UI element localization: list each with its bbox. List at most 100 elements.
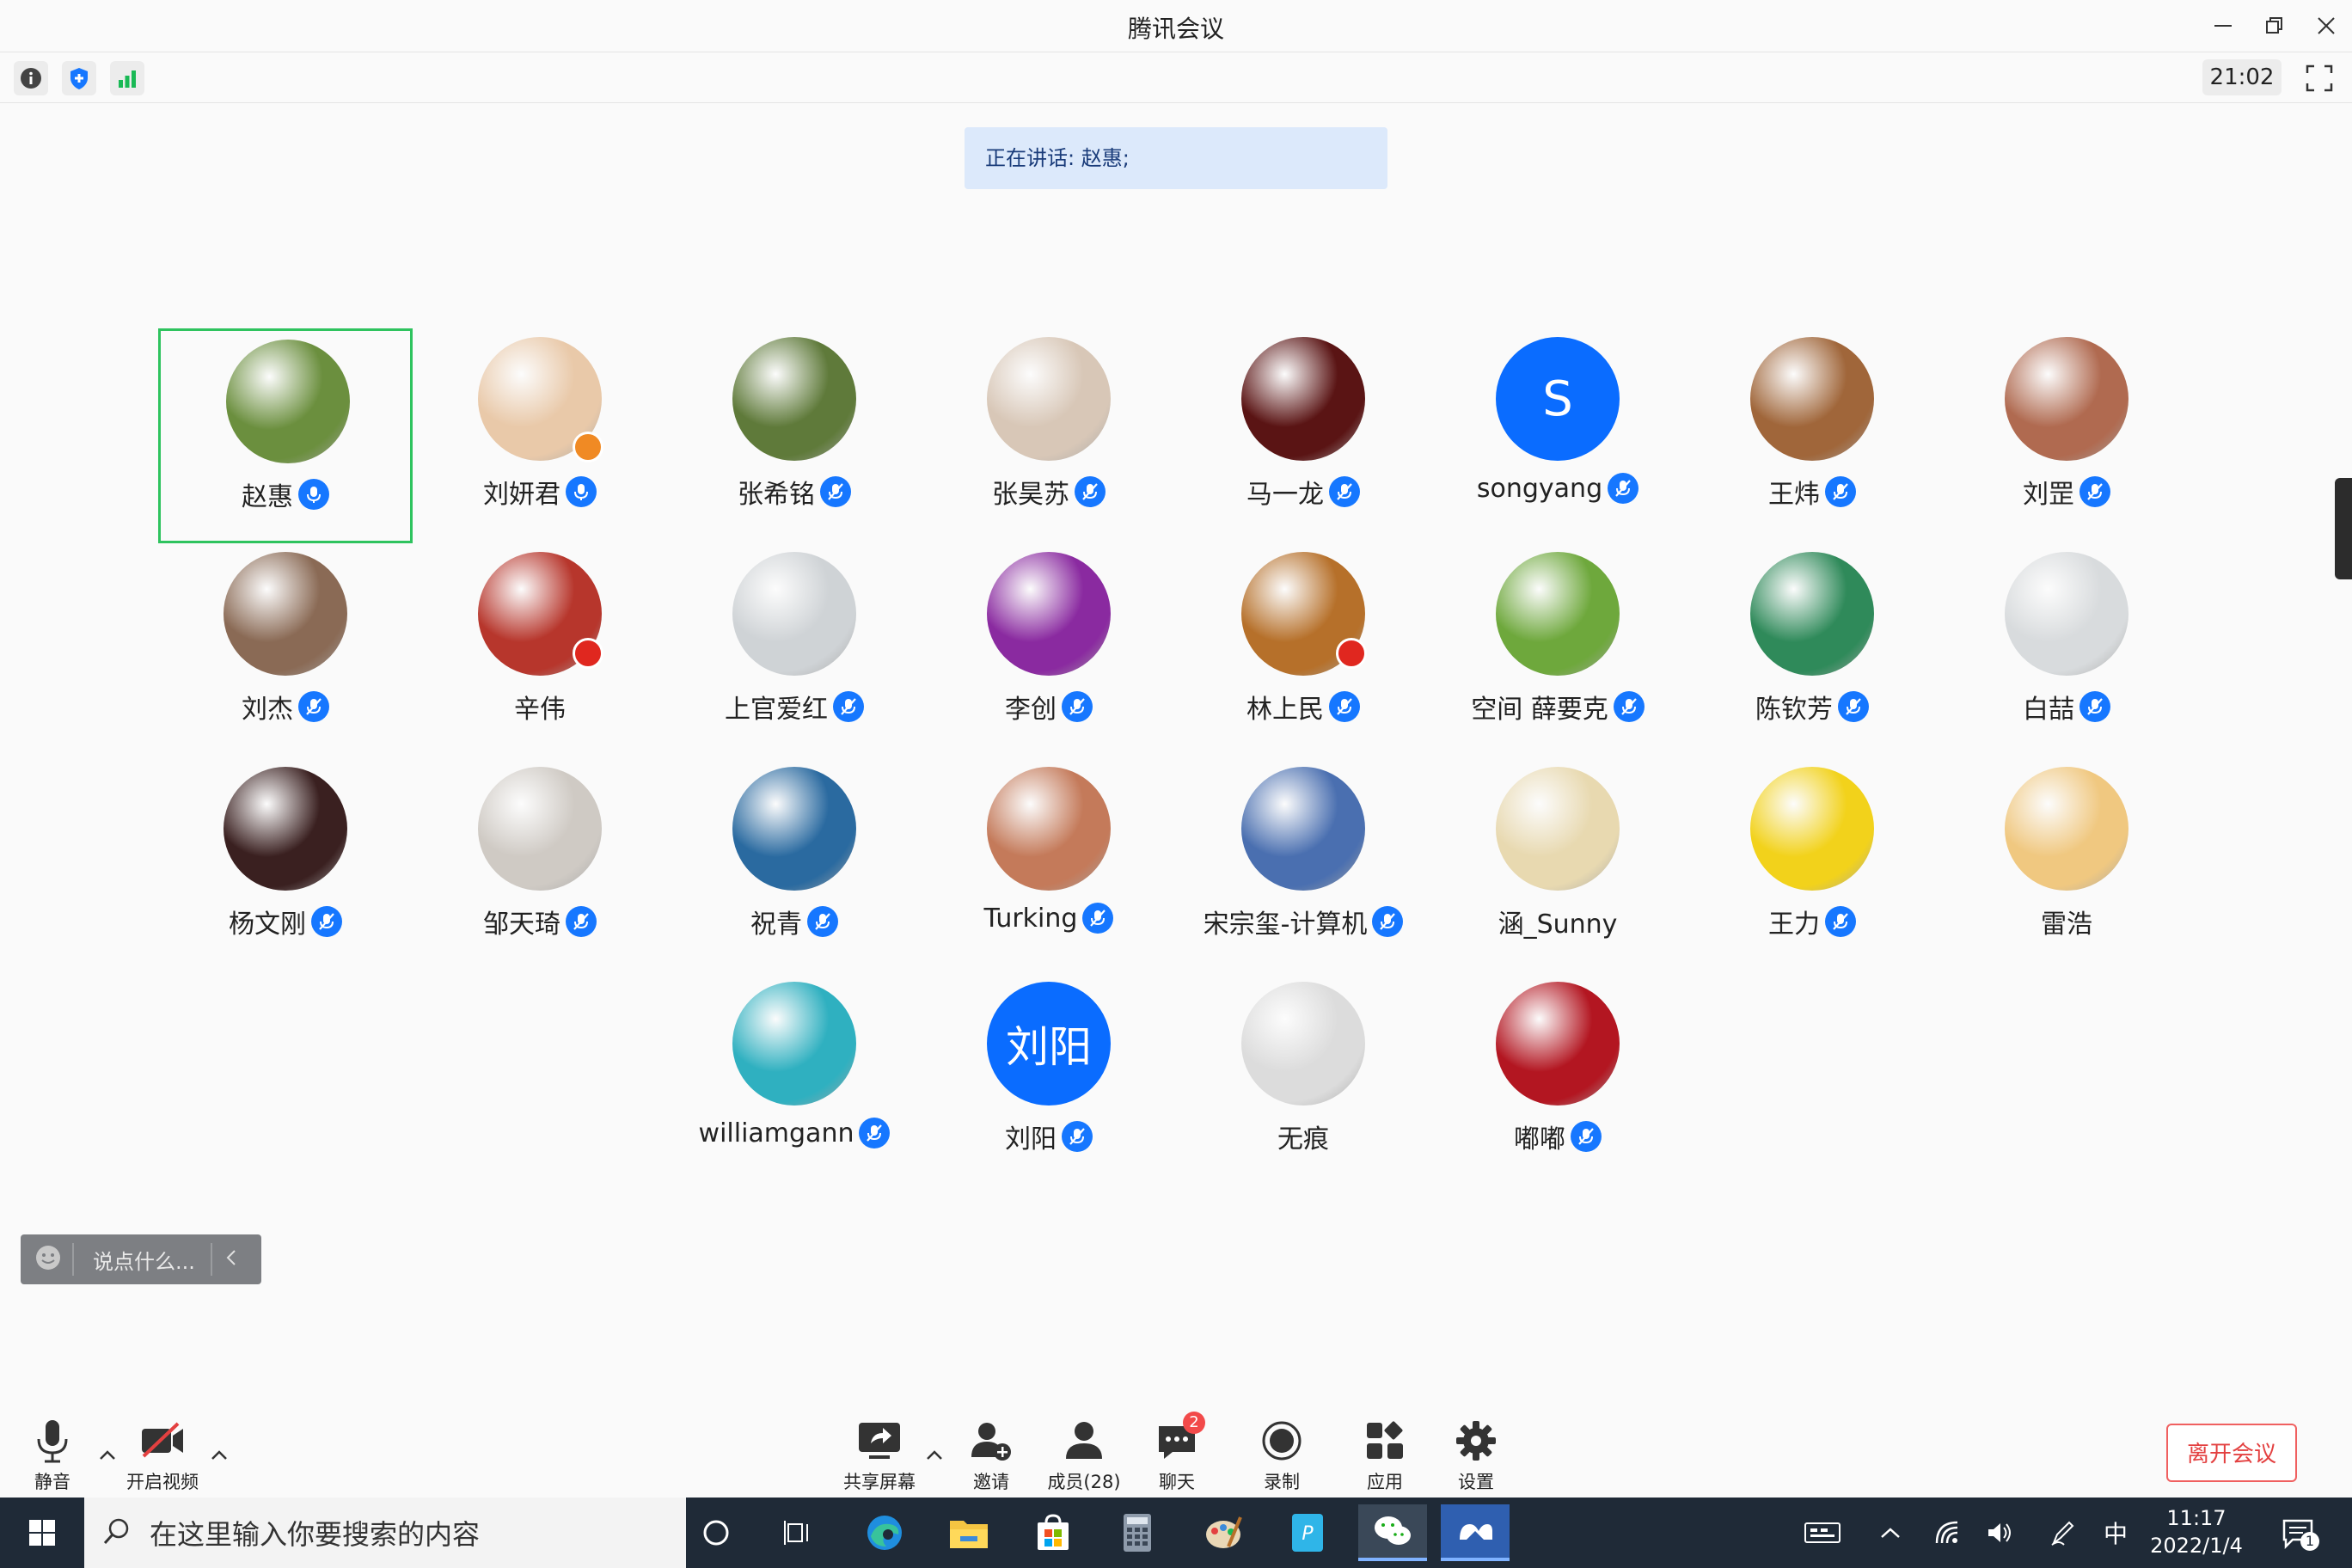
paint-icon[interactable] <box>1195 1504 1252 1561</box>
members-label: 成员(28) <box>1047 1472 1121 1492</box>
signal-bars-icon[interactable] <box>110 61 144 95</box>
mic-muted-icon <box>1613 691 1645 722</box>
system-clock[interactable]: 11:17 2022/1/4 <box>2141 1504 2252 1559</box>
participant-tile[interactable]: 林上民 <box>1176 543 1430 758</box>
video-options-chevron-icon[interactable] <box>210 1444 229 1466</box>
settings-button[interactable]: 设置 <box>1429 1417 1523 1494</box>
apps-button[interactable]: 应用 <box>1338 1417 1432 1494</box>
participant-tile[interactable]: 张希铭 <box>667 328 922 543</box>
participant-tile[interactable]: 杨文刚 <box>158 758 413 973</box>
mic-muted-icon <box>1329 476 1360 507</box>
participant-name-row: Turking <box>922 903 1176 934</box>
hidden-icons-chevron-icon[interactable] <box>1869 1498 1912 1568</box>
tencent-meeting-icon[interactable] <box>1441 1504 1510 1561</box>
restore-icon[interactable] <box>2249 0 2300 52</box>
chat-input-bar[interactable]: 说点什么... <box>21 1234 261 1284</box>
participant-tile[interactable]: 刘妍君 <box>413 328 667 543</box>
participant-tile[interactable]: 刘阳 刘阳 <box>922 973 1176 1188</box>
members-button[interactable]: 成员(28) <box>1037 1417 1131 1494</box>
mic-active-icon <box>298 479 329 510</box>
mute-button[interactable]: 静音 <box>5 1417 100 1494</box>
participant-tile[interactable]: 涵_Sunny <box>1430 758 1685 973</box>
pen-icon[interactable] <box>2041 1498 2084 1568</box>
invite-label: 邀请 <box>973 1472 1009 1492</box>
share-options-chevron-icon[interactable] <box>925 1444 944 1466</box>
participant-tile[interactable]: 无痕 <box>1176 973 1430 1188</box>
participant-tile[interactable]: Turking <box>922 758 1176 973</box>
record-button[interactable]: 录制 <box>1234 1417 1329 1494</box>
participant-tile[interactable]: 上官爱红 <box>667 543 922 758</box>
participant-name-row: 杨文刚 <box>158 903 413 940</box>
mic-muted-icon <box>1329 691 1360 722</box>
participant-tile[interactable]: 嘟嘟 <box>1430 973 1685 1188</box>
windows-start-icon[interactable] <box>14 1504 70 1561</box>
participant-tile[interactable]: 白喆 <box>1939 543 2194 758</box>
participant-avatar <box>1496 767 1620 891</box>
participant-tile[interactable]: 辛伟 <box>413 543 667 758</box>
participant-tile[interactable]: 张昊苏 <box>922 328 1176 543</box>
shield-icon[interactable] <box>62 61 96 95</box>
taskbar-search-box[interactable]: 在这里输入你要搜索的内容 <box>84 1498 686 1568</box>
calculator-icon[interactable] <box>1109 1504 1166 1561</box>
collapse-chevron-icon[interactable] <box>223 1247 240 1271</box>
share-screen-button[interactable]: 共享屏幕 <box>832 1417 927 1494</box>
minimize-icon[interactable] <box>2197 0 2249 52</box>
participant-avatar <box>732 767 856 891</box>
chat-input-placeholder[interactable]: 说点什么... <box>93 1245 195 1275</box>
file-explorer-icon[interactable] <box>940 1504 997 1561</box>
notification-center-icon[interactable]: 1 <box>2268 1498 2328 1568</box>
participant-name-row: 陈钦芳 <box>1685 688 1939 726</box>
participant-tile[interactable]: 宋宗玺-计算机 <box>1176 758 1430 973</box>
start-video-button[interactable]: 开启视频 <box>115 1417 210 1494</box>
taskbar-search-placeholder[interactable]: 在这里输入你要搜索的内容 <box>150 1513 480 1553</box>
participant-tile[interactable]: 李创 <box>922 543 1176 758</box>
participant-tile[interactable]: 王炜 <box>1685 328 1939 543</box>
participant-tile[interactable]: 赵惠 <box>158 328 413 543</box>
search-icon <box>101 1516 132 1550</box>
task-view-icon[interactable] <box>769 1504 825 1561</box>
participant-name: 白喆 <box>2023 695 2074 725</box>
pdf-reader-icon[interactable]: P <box>1279 1504 1336 1561</box>
participant-avatar <box>478 767 602 891</box>
cortana-icon[interactable] <box>688 1504 744 1561</box>
participant-tile[interactable]: Ssongyang <box>1430 328 1685 543</box>
record-label: 录制 <box>1264 1472 1300 1492</box>
participant-tile[interactable]: 陈钦芳 <box>1685 543 1939 758</box>
invite-button[interactable]: 邀请 <box>944 1417 1038 1494</box>
participant-avatar <box>1750 552 1874 676</box>
chat-button[interactable]: 2 聊天 <box>1130 1412 1224 1494</box>
participant-name: 无痕 <box>1277 1124 1329 1155</box>
fullscreen-icon[interactable] <box>2302 61 2337 95</box>
mic-muted-icon <box>1075 476 1106 507</box>
microsoft-store-icon[interactable] <box>1025 1504 1081 1561</box>
participant-tile[interactable]: williamgann <box>667 973 922 1188</box>
emoji-icon[interactable] <box>34 1244 62 1275</box>
participant-tile[interactable]: 王力 <box>1685 758 1939 973</box>
participant-tile[interactable]: 空间 薛要克 <box>1430 543 1685 758</box>
leave-meeting-button[interactable]: 离开会议 <box>2166 1424 2297 1482</box>
share-screen-label: 共享屏幕 <box>843 1472 916 1492</box>
ime-indicator[interactable]: 中 <box>2094 1498 2137 1568</box>
close-icon[interactable] <box>2300 0 2352 52</box>
volume-icon[interactable] <box>1977 1498 2020 1568</box>
participant-name-row: 林上民 <box>1176 688 1430 726</box>
participant-tile[interactable]: 马一龙 <box>1176 328 1430 543</box>
mic-muted-icon <box>807 906 838 937</box>
audio-options-chevron-icon[interactable] <box>98 1444 117 1466</box>
participant-name-row: 王力 <box>1685 903 1939 940</box>
participant-tile[interactable]: 祝青 <box>667 758 922 973</box>
participant-avatar <box>732 337 856 461</box>
participant-tile[interactable]: 刘杰 <box>158 543 413 758</box>
input-indicator-icon[interactable] <box>1797 1498 1848 1568</box>
participant-tile[interactable]: 刘罡 <box>1939 328 2194 543</box>
mic-muted-icon <box>311 906 342 937</box>
wechat-icon[interactable] <box>1358 1504 1427 1561</box>
participant-tile[interactable]: 雷浩 <box>1939 758 2194 973</box>
edge-browser-icon[interactable] <box>856 1504 913 1561</box>
meeting-toolbar: 静音 开启视频 共享屏幕 邀请 成员(28) 2 聊天 录制 应用 设置 离开会… <box>0 1393 2352 1496</box>
participant-tile[interactable]: 邹天琦 <box>413 758 667 973</box>
participant-name-row: 邹天琦 <box>413 903 667 940</box>
network-icon[interactable] <box>1926 1498 1969 1568</box>
info-icon[interactable] <box>14 61 48 95</box>
side-panel-handle[interactable] <box>2335 478 2352 579</box>
